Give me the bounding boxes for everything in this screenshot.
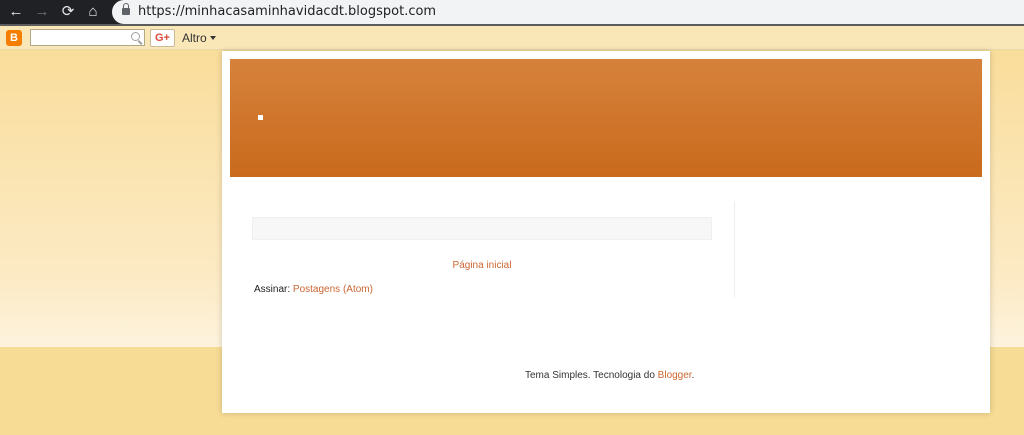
header-bullet xyxy=(258,115,263,120)
footer-period: . xyxy=(691,370,695,381)
search-input[interactable] xyxy=(30,29,145,46)
home-icon[interactable]: ⌂ xyxy=(82,0,104,24)
subscribe-line: Assinar: Postagens (Atom) xyxy=(254,284,373,295)
atom-feed-link[interactable]: Postagens (Atom) xyxy=(293,284,373,295)
caret-down-icon xyxy=(209,36,216,40)
blogger-navbar: B G+ Altro xyxy=(0,26,1024,50)
forward-icon[interactable]: → xyxy=(31,0,53,24)
blog-header xyxy=(230,59,982,177)
more-menu-button[interactable]: Altro xyxy=(182,26,216,50)
post-area xyxy=(252,217,712,240)
search-icon[interactable] xyxy=(131,32,140,41)
footer-text: Tema Simples. Tecnologia do xyxy=(525,370,658,381)
more-menu-label: Altro xyxy=(182,31,207,45)
blog-content: Página inicial Assinar: Postagens (Atom)… xyxy=(222,51,990,413)
address-bar[interactable]: https://minhacasaminhavidacdt.blogspot.c… xyxy=(112,0,1024,24)
reload-icon[interactable]: ⟳ xyxy=(57,0,79,24)
url-text: https://minhacasaminhavidacdt.blogspot.c… xyxy=(138,4,437,19)
lock-icon xyxy=(122,3,130,16)
google-plus-button[interactable]: G+ xyxy=(150,29,175,47)
browser-toolbar: ← → ⟳ ⌂ https://minhacasaminhavidacdt.bl… xyxy=(0,0,1024,24)
subscribe-label: Assinar: xyxy=(254,284,293,295)
blogger-logo-icon[interactable]: B xyxy=(6,30,22,46)
back-icon[interactable]: ← xyxy=(5,0,27,24)
sidebar-divider xyxy=(734,201,735,297)
home-link[interactable]: Página inicial xyxy=(222,260,742,271)
footer: Tema Simples. Tecnologia do Blogger. xyxy=(222,370,990,381)
blogger-link[interactable]: Blogger xyxy=(658,370,692,381)
